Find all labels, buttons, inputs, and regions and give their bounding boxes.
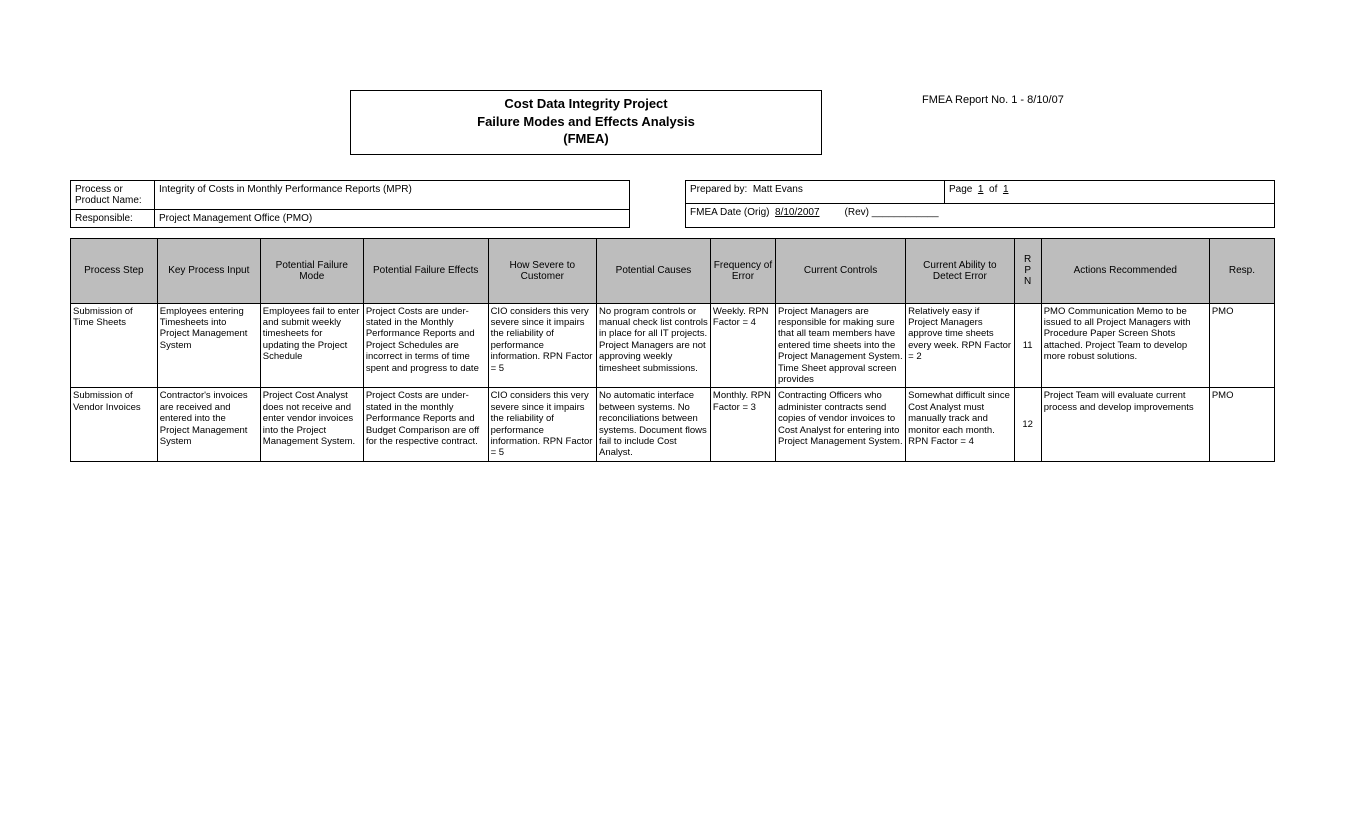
hdr-severe: How Severe to Customer	[488, 238, 596, 303]
fmea-date-cell: FMEA Date (Orig) 8/10/2007 (Rev) _______…	[686, 204, 1275, 228]
cell-severe: CIO considers this very severe since it …	[488, 303, 596, 388]
cell-causes: No program controls or manual check list…	[597, 303, 711, 388]
title-line1: Cost Data Integrity Project	[361, 95, 811, 113]
page-label: Page	[949, 184, 972, 195]
cell-key-input: Employees entering Timesheets into Proje…	[157, 303, 260, 388]
title-line2: Failure Modes and Effects Analysis	[361, 113, 811, 131]
cell-detect: Relatively easy if Project Managers appr…	[906, 303, 1014, 388]
page-cell: Page 1 of 1	[945, 180, 1275, 204]
rev-label: (Rev)	[845, 207, 869, 218]
header-row: Cost Data Integrity Project Failure Mode…	[70, 90, 1275, 155]
cell-frequency: Weekly. RPN Factor = 4	[710, 303, 775, 388]
hdr-failure-mode: Potential Failure Mode	[260, 238, 363, 303]
prepared-by-cell: Prepared by: Matt Evans	[686, 180, 945, 204]
table-row: Submission of Vendor Invoices Contractor…	[71, 388, 1275, 461]
cell-rpn: 11	[1014, 303, 1041, 388]
cell-process-step: Submission of Vendor Invoices	[71, 388, 158, 461]
prepared-by-value: Matt Evans	[753, 184, 803, 195]
title-line3: (FMEA)	[361, 130, 811, 148]
cell-failure-effects: Project Costs are under-stated in the Mo…	[363, 303, 488, 388]
hdr-process-step: Process Step	[71, 238, 158, 303]
cell-failure-mode: Project Cost Analyst does not receive an…	[260, 388, 363, 461]
responsible-value: Project Management Office (PMO)	[155, 209, 630, 227]
cell-key-input: Contractor's invoices are received and e…	[157, 388, 260, 461]
hdr-key-input: Key Process Input	[157, 238, 260, 303]
hdr-failure-effects: Potential Failure Effects	[363, 238, 488, 303]
hdr-actions: Actions Recommended	[1041, 238, 1209, 303]
page-container: Cost Data Integrity Project Failure Mode…	[0, 0, 1345, 462]
page-of: of	[989, 184, 997, 195]
cell-frequency: Monthly. RPN Factor = 3	[710, 388, 775, 461]
hdr-frequency: Frequency of Error	[710, 238, 775, 303]
cell-controls: Contracting Officers who administer cont…	[775, 388, 905, 461]
cell-causes: No automatic interface between systems. …	[597, 388, 711, 461]
hdr-detect: Current Ability to Detect Error	[906, 238, 1014, 303]
cell-process-step: Submission of Time Sheets	[71, 303, 158, 388]
cell-actions: Project Team will evaluate current proce…	[1041, 388, 1209, 461]
process-label: Process or Product Name:	[71, 180, 155, 209]
meta-left-table: Process or Product Name: Integrity of Co…	[70, 180, 630, 228]
hdr-controls: Current Controls	[775, 238, 905, 303]
title-box: Cost Data Integrity Project Failure Mode…	[350, 90, 822, 155]
fmea-date-value: 8/10/2007	[775, 207, 820, 218]
fmea-date-label: FMEA Date (Orig)	[690, 207, 769, 218]
process-value: Integrity of Costs in Monthly Performanc…	[155, 180, 630, 209]
cell-detect: Somewhat difficult since Cost Analyst mu…	[906, 388, 1014, 461]
hdr-resp: Resp.	[1209, 238, 1274, 303]
hdr-rpn: R P N	[1014, 238, 1041, 303]
cell-rpn: 12	[1014, 388, 1041, 461]
cell-actions: PMO Communication Memo to be issued to a…	[1041, 303, 1209, 388]
cell-controls: Project Managers are responsible for mak…	[775, 303, 905, 388]
hdr-causes: Potential Causes	[597, 238, 711, 303]
meta-right-table: Prepared by: Matt Evans Page 1 of 1 FMEA…	[685, 180, 1275, 228]
page-num: 1	[978, 184, 984, 195]
page-total: 1	[1003, 184, 1009, 195]
cell-severe: CIO considers this very severe since it …	[488, 388, 596, 461]
cell-resp: PMO	[1209, 388, 1274, 461]
fmea-table: Process Step Key Process Input Potential…	[70, 238, 1275, 462]
cell-failure-effects: Project Costs are under-stated in the mo…	[363, 388, 488, 461]
meta-gap	[630, 180, 685, 228]
cell-resp: PMO	[1209, 303, 1274, 388]
report-label: FMEA Report No. 1 - 8/10/07	[922, 90, 1064, 106]
table-row: Submission of Time Sheets Employees ente…	[71, 303, 1275, 388]
meta-row: Process or Product Name: Integrity of Co…	[70, 180, 1275, 228]
rev-value: ____________	[872, 207, 939, 218]
cell-failure-mode: Employees fail to enter and submit weekl…	[260, 303, 363, 388]
header-row: Process Step Key Process Input Potential…	[71, 238, 1275, 303]
prepared-by-label: Prepared by:	[690, 184, 747, 195]
responsible-label: Responsible:	[71, 209, 155, 227]
